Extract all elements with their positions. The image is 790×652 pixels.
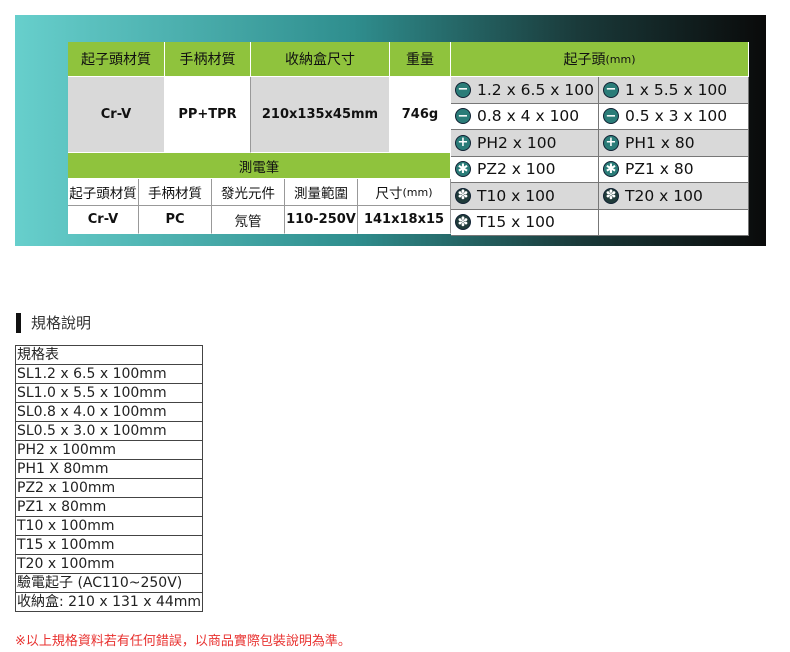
spec-list-row: T15 x 100mm <box>14 535 204 555</box>
torx-bit-icon: ✽ <box>603 187 619 204</box>
spec-list-row: 規格表 <box>14 345 204 365</box>
spec-list-cell: T20 x 100mm <box>14 554 204 574</box>
spec-list-cell: PH1 X 80mm <box>14 459 204 479</box>
spec-list-row: PZ1 x 80mm <box>14 497 204 517</box>
spec-list-cell: SL1.0 x 5.5 x 100mm <box>14 383 204 403</box>
pen-value-tip: Cr-V <box>68 206 139 234</box>
header-handle-material: 手柄材質 <box>165 42 251 77</box>
bit-label: T15 x 100 <box>477 213 555 232</box>
bit-cell <box>599 209 749 236</box>
bit-label: 0.5 x 3 x 100 <box>625 107 728 126</box>
bit-label: 1.2 x 6.5 x 100 <box>477 80 594 99</box>
spec-list-row: T20 x 100mm <box>14 554 204 574</box>
slotted-bit-icon: − <box>455 108 471 125</box>
spec-list-cell: T15 x 100mm <box>14 535 204 555</box>
bit-label: 1 x 5.5 x 100 <box>625 80 728 99</box>
spec-list-row: PH2 x 100mm <box>14 440 204 460</box>
pen-title: 測電筆 <box>68 153 451 179</box>
section-marker <box>16 313 21 333</box>
bit-cell: ✽ T20 x 100 <box>599 183 749 210</box>
bit-cell: ✱ PZ2 x 100 <box>451 156 599 183</box>
bit-label: 0.8 x 4 x 100 <box>477 107 580 126</box>
pen-value-size: 141x18x15 <box>358 206 451 234</box>
spec-list-cell: 規格表 <box>14 345 204 365</box>
slotted-bit-icon: − <box>603 108 619 125</box>
bit-label: PZ1 x 80 <box>625 160 694 179</box>
value-weight: 746g <box>390 77 451 153</box>
pozidriv-bit-icon: ✱ <box>603 161 619 178</box>
spec-list-cell: 收納盒: 210 x 131 x 44mm <box>14 592 204 612</box>
bit-cell: −1 x 5.5 x 100 <box>599 77 749 104</box>
torx-bit-icon: ✽ <box>455 187 471 204</box>
section-title: 規格說明 <box>31 314 92 332</box>
value-tip-material: Cr-V <box>68 77 165 153</box>
spec-list-row: T10 x 100mm <box>14 516 204 536</box>
spec-list-cell: SL0.8 x 4.0 x 100mm <box>14 402 204 422</box>
value-case-size: 210x135x45mm <box>251 77 390 153</box>
spec-list-row: PZ2 x 100mm <box>14 478 204 498</box>
spec-list-cell: T10 x 100mm <box>14 516 204 536</box>
spec-list-row: 收納盒: 210 x 131 x 44mm <box>14 592 204 612</box>
bit-cell: + PH1 x 80 <box>599 130 749 157</box>
header-bits: 起子頭 (mm) <box>451 42 749 77</box>
pen-header-tip: 起子頭材質 <box>68 179 139 206</box>
bit-label: PH2 x 100 <box>477 133 557 152</box>
phillips-bit-icon: + <box>455 134 471 151</box>
spec-list-row: SL1.0 x 5.5 x 100mm <box>14 383 204 403</box>
slotted-bit-icon: − <box>455 81 471 98</box>
slotted-bit-icon: − <box>603 81 619 98</box>
spec-list-cell: 驗電起子 (AC110~250V) <box>14 573 204 593</box>
spec-list-table: 規格表 SL1.2 x 6.5 x 100mm SL1.0 x 5.5 x 100m… <box>14 345 204 612</box>
pen-header-light: 發光元件 <box>212 179 285 206</box>
bit-label: PH1 x 80 <box>625 133 695 152</box>
header-weight: 重量 <box>390 42 451 77</box>
spec-list-row: SL0.5 x 3.0 x 100mm <box>14 421 204 441</box>
pen-header-size: 尺寸 (mm) <box>358 179 451 206</box>
value-handle-material: PP+TPR <box>165 77 251 153</box>
header-tip-material: 起子頭材質 <box>68 42 165 77</box>
bit-cell: ✽ T10 x 100 <box>451 183 599 210</box>
phillips-bit-icon: + <box>603 134 619 151</box>
spec-list-row: SL0.8 x 4.0 x 100mm <box>14 402 204 422</box>
header-case-size: 收納盒尺寸 <box>251 42 390 77</box>
pen-header-range: 測量範圍 <box>285 179 358 206</box>
torx-bit-icon: ✽ <box>455 214 471 231</box>
spec-list-cell: PZ2 x 100mm <box>14 478 204 498</box>
spec-list-cell: PH2 x 100mm <box>14 440 204 460</box>
bit-cell: + PH2 x 100 <box>451 130 599 157</box>
pozidriv-bit-icon: ✱ <box>455 161 471 178</box>
spec-list-cell: PZ1 x 80mm <box>14 497 204 517</box>
pen-header-handle: 手柄材質 <box>139 179 212 206</box>
bit-cell: ✽ T15 x 100 <box>451 209 599 236</box>
pen-value-range: 110-250V <box>285 206 358 234</box>
bit-cell: −1.2 x 6.5 x 100 <box>451 77 599 104</box>
spec-list-row: 驗電起子 (AC110~250V) <box>14 573 204 593</box>
spec-banner: 起子頭材質 手柄材質 收納盒尺寸 重量 起子頭 (mm) Cr-V PP+TPR … <box>15 15 766 246</box>
pen-value-handle: PC <box>139 206 212 234</box>
bit-label: T10 x 100 <box>477 186 555 205</box>
bit-label: PZ2 x 100 <box>477 160 556 179</box>
spec-list-row: SL1.2 x 6.5 x 100mm <box>14 364 204 384</box>
spec-list-row: PH1 X 80mm <box>14 459 204 479</box>
spec-list-cell: SL1.2 x 6.5 x 100mm <box>14 364 204 384</box>
bit-cell: ✱ PZ1 x 80 <box>599 156 749 183</box>
pen-value-light: 氖管 <box>212 206 285 234</box>
spec-list-cell: SL0.5 x 3.0 x 100mm <box>14 421 204 441</box>
bit-label: T20 x 100 <box>625 186 703 205</box>
disclaimer-note: ※以上規格資料若有任何錯誤，以商品實際包裝說明為準。 <box>15 634 351 649</box>
bit-cell: −0.5 x 3 x 100 <box>599 103 749 130</box>
bit-cell: −0.8 x 4 x 100 <box>451 103 599 130</box>
spec-table: 起子頭材質 手柄材質 收納盒尺寸 重量 起子頭 (mm) Cr-V PP+TPR … <box>68 42 749 236</box>
